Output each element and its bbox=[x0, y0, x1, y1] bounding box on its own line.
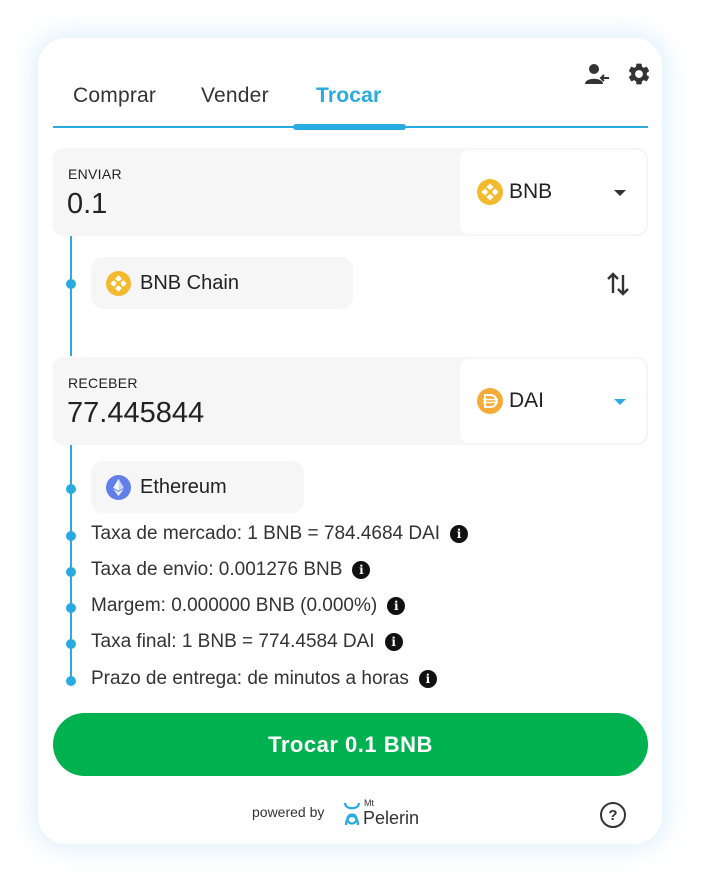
info-icon[interactable]: i bbox=[384, 633, 403, 651]
final-rate-row: Taxa final: 1 BNB = 774.4584 DAI i bbox=[91, 631, 403, 653]
send-fee-text: Taxa de envio: 0.001276 BNB bbox=[91, 559, 343, 580]
help-icon[interactable]: ? bbox=[600, 802, 626, 828]
receive-label: RECEBER bbox=[68, 375, 138, 391]
exchange-widget: Comprar Vender Trocar ENVIAR 0.1 BNB BNB… bbox=[38, 38, 662, 844]
send-network-chip[interactable]: BNB Chain bbox=[91, 257, 353, 309]
delivery-time-row: Prazo de entrega: de minutos a horas i bbox=[91, 668, 437, 690]
tab-bar: Comprar Vender Trocar bbox=[53, 82, 648, 130]
powered-by-text: powered by bbox=[252, 804, 325, 820]
final-rate-text: Taxa final: 1 BNB = 774.4584 DAI bbox=[91, 631, 375, 652]
bnb-icon bbox=[477, 179, 503, 210]
info-icon[interactable]: i bbox=[387, 597, 406, 615]
receive-amount-input[interactable] bbox=[67, 397, 447, 430]
receive-token-name: DAI bbox=[509, 389, 545, 412]
timeline-dot bbox=[66, 279, 76, 289]
timeline-dot bbox=[66, 531, 76, 541]
send-label: ENVIAR bbox=[68, 166, 122, 182]
margin-row: Margem: 0.000000 BNB (0.000%) i bbox=[91, 595, 406, 617]
chevron-down-icon bbox=[614, 399, 626, 405]
tab-vender[interactable]: Vender bbox=[201, 84, 269, 108]
info-icon[interactable]: i bbox=[418, 670, 437, 688]
swap-submit-button[interactable]: Trocar 0.1 BNB bbox=[53, 713, 648, 776]
timeline-dot bbox=[66, 484, 76, 494]
receive-token-select[interactable]: DAI bbox=[460, 359, 646, 443]
chevron-down-icon bbox=[614, 190, 626, 196]
send-token-name: BNB bbox=[509, 180, 553, 203]
info-icon[interactable]: i bbox=[352, 561, 371, 579]
timeline-dot bbox=[66, 639, 76, 649]
margin-text: Margem: 0.000000 BNB (0.000%) bbox=[91, 595, 378, 616]
send-token-select[interactable]: BNB bbox=[460, 150, 646, 234]
ethereum-icon bbox=[106, 475, 131, 505]
receive-box: RECEBER DAI bbox=[53, 357, 648, 445]
dai-icon bbox=[477, 388, 503, 419]
send-fee-row: Taxa de envio: 0.001276 BNB i bbox=[91, 559, 371, 581]
bnb-chain-icon bbox=[106, 271, 131, 301]
timeline-line bbox=[70, 236, 72, 356]
brand-name: Pelerin bbox=[363, 808, 420, 828]
send-box: ENVIAR BNB bbox=[53, 148, 648, 236]
timeline-dot bbox=[66, 603, 76, 613]
timeline-dot bbox=[66, 676, 76, 686]
info-icon[interactable]: i bbox=[450, 525, 469, 543]
send-network-name: BNB Chain bbox=[140, 272, 239, 294]
send-amount-input[interactable] bbox=[67, 188, 447, 221]
receive-network-name: Ethereum bbox=[140, 476, 227, 498]
pelerin-logo-icon bbox=[343, 802, 361, 826]
brand-small-text: Mt bbox=[364, 798, 374, 808]
market-rate-row: Taxa de mercado: 1 BNB = 784.4684 DAI i bbox=[91, 523, 469, 545]
market-rate-text: Taxa de mercado: 1 BNB = 784.4684 DAI bbox=[91, 523, 441, 544]
receive-network-chip[interactable]: Ethereum bbox=[91, 461, 304, 513]
tab-comprar[interactable]: Comprar bbox=[73, 84, 156, 108]
timeline-dot bbox=[66, 567, 76, 577]
tab-trocar[interactable]: Trocar bbox=[316, 84, 381, 108]
active-tab-indicator bbox=[293, 124, 406, 130]
delivery-time-text: Prazo de entrega: de minutos a horas bbox=[91, 668, 409, 689]
swap-direction-icon[interactable] bbox=[602, 268, 634, 300]
